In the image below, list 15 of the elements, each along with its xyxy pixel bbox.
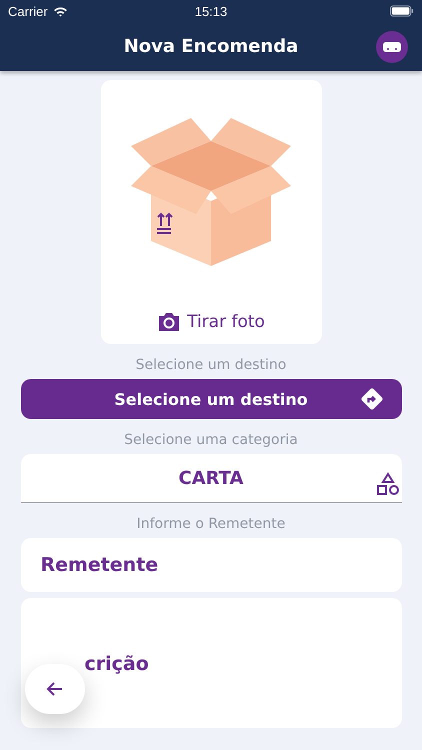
- take-photo-button[interactable]: Tirar foto: [157, 312, 265, 332]
- wifi-icon: [52, 6, 68, 16]
- carrier-name: Carrier: [8, 4, 48, 18]
- status-time: 15:13: [194, 4, 228, 18]
- sender-field[interactable]: Remetente: [20, 538, 402, 592]
- battery-icon: [390, 5, 414, 17]
- description-field[interactable]: crição: [20, 598, 402, 728]
- shapes-icon: [376, 472, 400, 496]
- section-label: Informe o Remetente: [136, 516, 286, 532]
- section-label: Selecione um destino: [136, 357, 286, 373]
- destination-button[interactable]: Selecione um destino: [20, 379, 402, 419]
- category-select[interactable]: CARTA: [20, 454, 402, 503]
- screen-title: Nova Encomenda: [124, 36, 298, 57]
- section-label: Selecione uma categoria: [124, 432, 298, 448]
- camera-icon: [157, 312, 182, 332]
